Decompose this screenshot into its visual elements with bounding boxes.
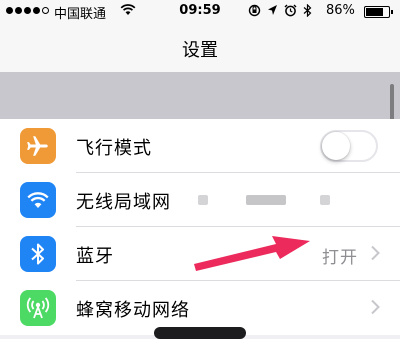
alarm-icon (284, 4, 297, 20)
search-area[interactable] (0, 73, 400, 119)
bluetooth-icon (20, 236, 56, 272)
chevron-right-icon (371, 299, 380, 315)
location-arrow-icon (267, 4, 278, 20)
home-indicator (154, 327, 246, 339)
settings-row-bluetooth[interactable]: 蓝牙 打开 (0, 227, 400, 281)
airplane-icon (20, 128, 56, 164)
bluetooth-label: 蓝牙 (76, 246, 114, 267)
redacted-network-name (198, 195, 208, 205)
wifi-label: 无线局域网 (76, 192, 171, 213)
status-icons (248, 3, 312, 20)
settings-row-wifi[interactable]: 无线局域网 (0, 173, 400, 227)
redacted-network-name (246, 195, 286, 205)
cellular-label: 蜂窝移动网络 (76, 300, 190, 321)
airplane-mode-label: 飞行模式 (76, 138, 152, 159)
chevron-right-icon (371, 245, 380, 261)
battery-percent: 86% (326, 3, 355, 18)
status-bar: 中国联通 09:59 86% (0, 0, 400, 22)
toggle-knob (322, 132, 350, 160)
page-title: 设置 (182, 40, 218, 61)
battery-level (366, 8, 383, 16)
bluetooth-status-value: 打开 (322, 248, 358, 268)
wifi-icon (20, 182, 56, 218)
navigation-bar: 设置 (0, 22, 400, 73)
cellular-antenna-icon (20, 290, 56, 326)
settings-row-airplane-mode[interactable]: 飞行模式 (0, 119, 400, 173)
airplane-mode-toggle[interactable] (320, 130, 378, 162)
bluetooth-status-icon (303, 3, 312, 20)
battery-icon (364, 6, 393, 18)
redacted-network-name (320, 195, 330, 205)
settings-list: 飞行模式 无线局域网 蓝牙 打开 蜂窝移动网络 (0, 119, 400, 335)
orientation-lock-icon (248, 4, 261, 20)
